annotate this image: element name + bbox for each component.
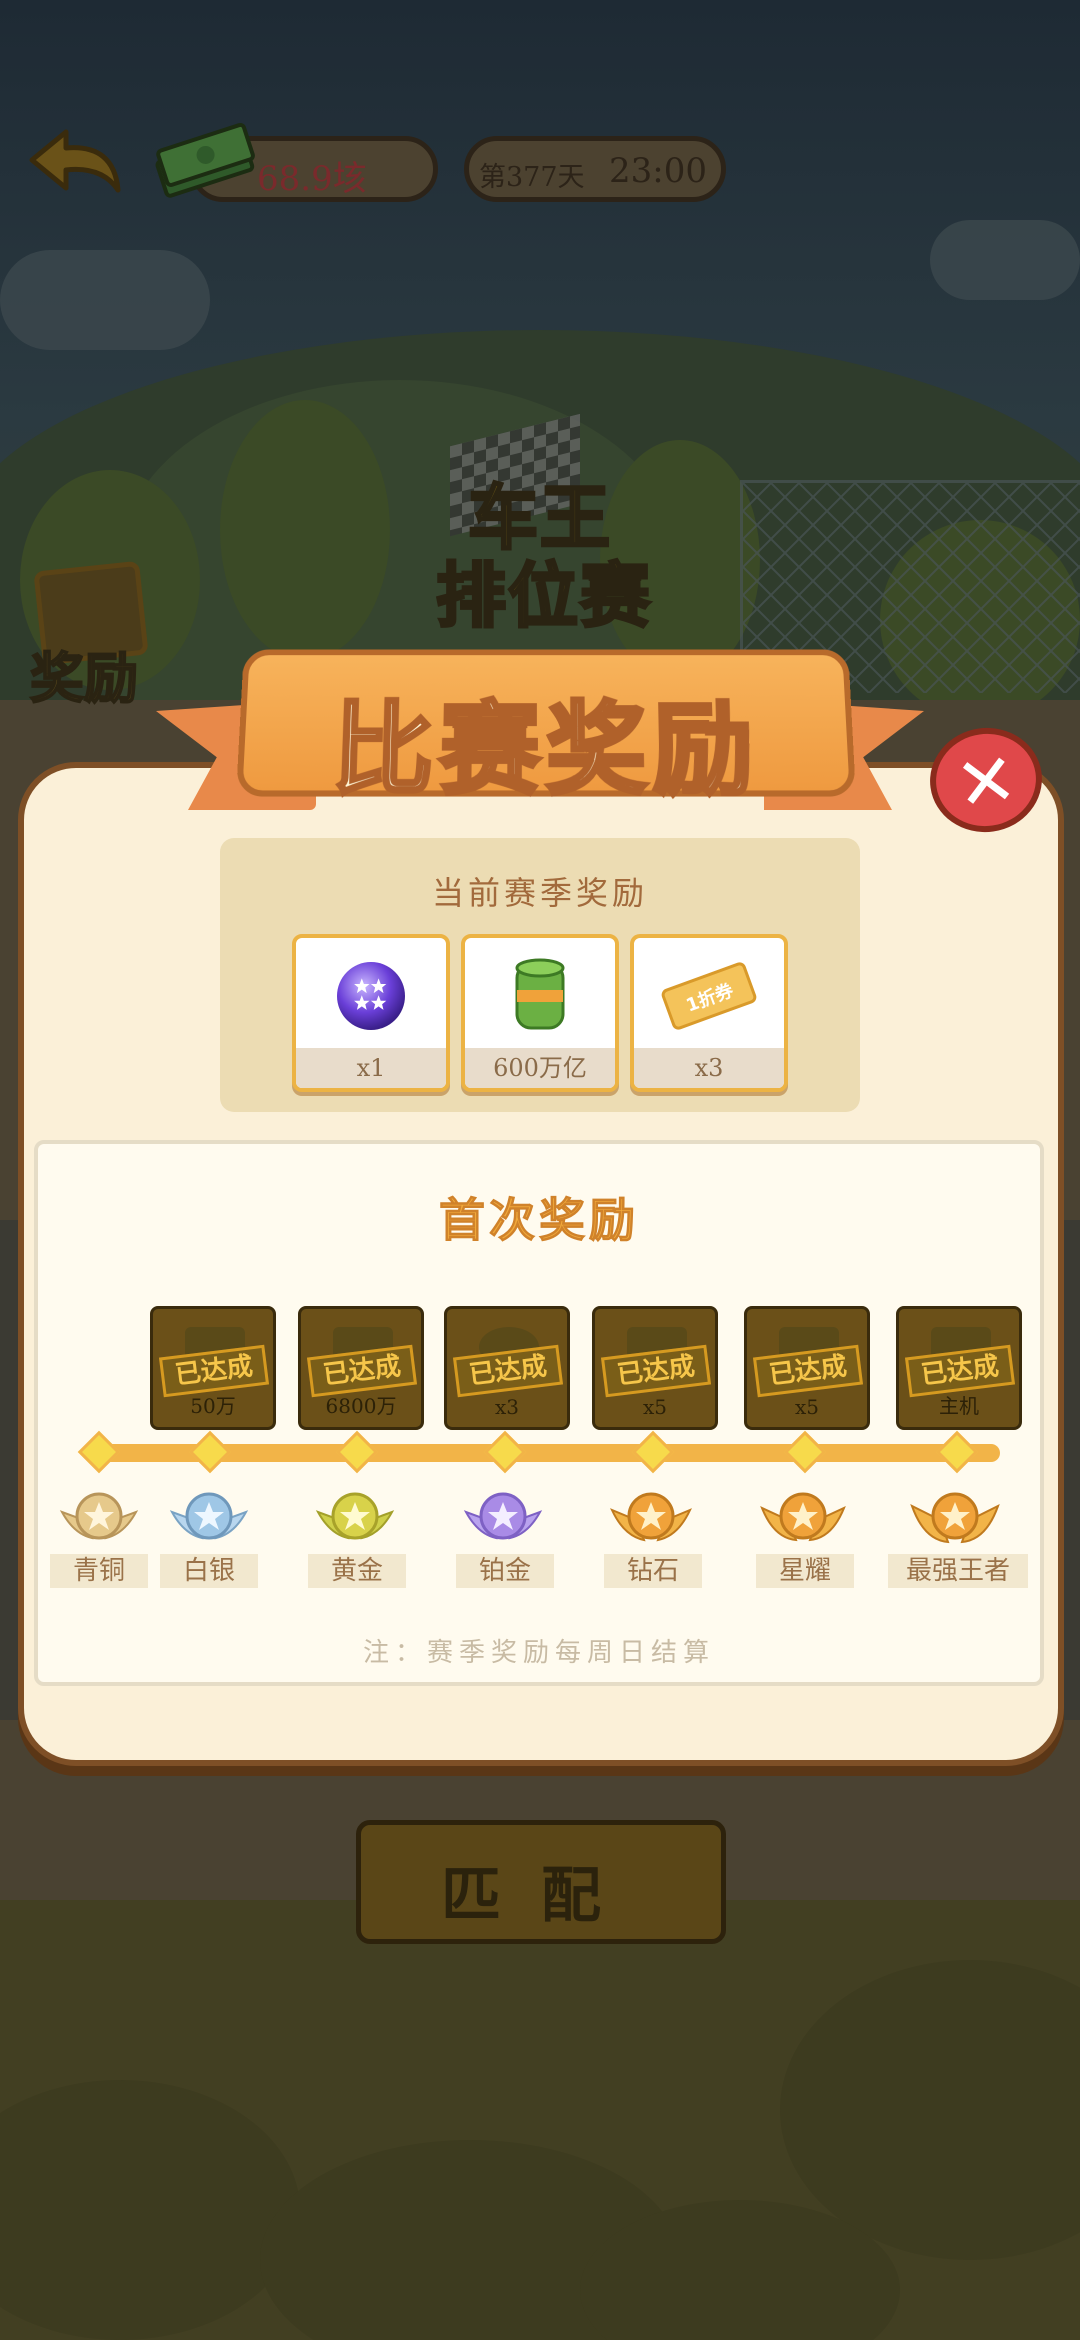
season-title: 当前赛季奖励 [431,874,648,912]
tier-reward-card[interactable]: 已达成 50万 [150,1306,276,1430]
first-time-reward-panel: 首次奖励 已达成 50万 已达成 6800万 已达成 x3 已达成 x5 已达成… [34,1140,1044,1686]
rank-label: 青铜 [50,1554,148,1588]
discount-ticket-icon: 1折券 [661,962,757,1030]
back-arrow-icon[interactable] [26,126,124,200]
silver-medal-icon [169,1492,249,1540]
cash-roll-icon [515,958,565,1030]
tier-amount: x5 [794,1395,819,1419]
star-medal-icon [760,1492,846,1542]
modal-title-banner: 比赛奖励 [236,649,856,811]
side-reward-button[interactable]: 奖励 [28,560,149,711]
tier-reward-card[interactable]: 已达成 主机 [896,1306,1022,1430]
king-medal-icon [910,1492,1000,1544]
season-reward-item[interactable]: 600万亿 [461,934,619,1092]
bronze-medal-icon [59,1492,139,1540]
money-value: 68.9垓 [257,159,367,199]
match-button[interactable]: 匹配 [356,1820,726,1944]
time-label: 23:00 [609,151,707,191]
rank-label: 白银 [160,1554,258,1588]
rank-label: 黄金 [308,1554,406,1588]
tier-amount: 6800万 [325,1394,397,1418]
cloud [930,220,1080,300]
item-count: 600万亿 [465,1048,615,1088]
achieved-stamp: 已达成 [752,1344,864,1398]
rank-label: 钻石 [604,1554,702,1588]
star-orb-icon [337,962,405,1030]
first-reward-title: 首次奖励 [439,1193,639,1248]
close-icon: ✕ [950,736,1022,828]
progress-node [783,1430,827,1474]
item-count: x3 [634,1048,784,1088]
season-reward-item[interactable]: 1折券 x3 [630,934,788,1092]
progress-node [335,1430,379,1474]
current-season-panel: 当前赛季奖励 x1 600万亿 1折券 x3 [220,838,860,1112]
tier-amount: x5 [642,1395,667,1419]
tier-reward-card[interactable]: 已达成 x3 [444,1306,570,1430]
tier-reward-card[interactable]: 已达成 6800万 [298,1306,424,1430]
progress-node [77,1430,121,1474]
diamond-medal-icon [610,1492,692,1542]
event-title-line2: 排位赛 [435,554,652,639]
achieved-stamp: 已达成 [600,1344,712,1398]
tier-reward-card[interactable]: 已达成 x5 [744,1306,870,1430]
cloud [0,250,210,350]
season-reward-item[interactable]: x1 [292,934,450,1092]
progress-node [631,1430,675,1474]
progress-node [935,1430,979,1474]
tier-amount: 主机 [939,1394,979,1418]
cash-stack-icon [155,122,255,198]
platinum-medal-icon [463,1492,543,1540]
side-reward-label: 奖励 [29,646,139,711]
progress-node [188,1430,232,1474]
match-button-label: 匹配 [441,1861,641,1931]
rank-label: 星耀 [756,1554,854,1588]
settlement-note: 注：赛季奖励每周日结算 [362,1638,715,1668]
item-count: x1 [296,1048,446,1088]
rank-label: 铂金 [456,1554,554,1588]
modal-title: 比赛奖励 [329,689,763,810]
tier-amount: x3 [494,1395,519,1419]
tier-amount: 50万 [190,1394,236,1418]
progress-track [100,1444,1000,1462]
rank-label: 最强王者 [888,1554,1028,1588]
day-time-display: 第377天 23:00 [464,136,726,202]
tier-reward-card[interactable]: 已达成 x5 [592,1306,718,1430]
tree [220,400,390,660]
gold-medal-icon [315,1492,395,1540]
progress-node [483,1430,527,1474]
achieved-stamp: 已达成 [452,1344,564,1398]
day-label: 第377天 [479,162,585,193]
